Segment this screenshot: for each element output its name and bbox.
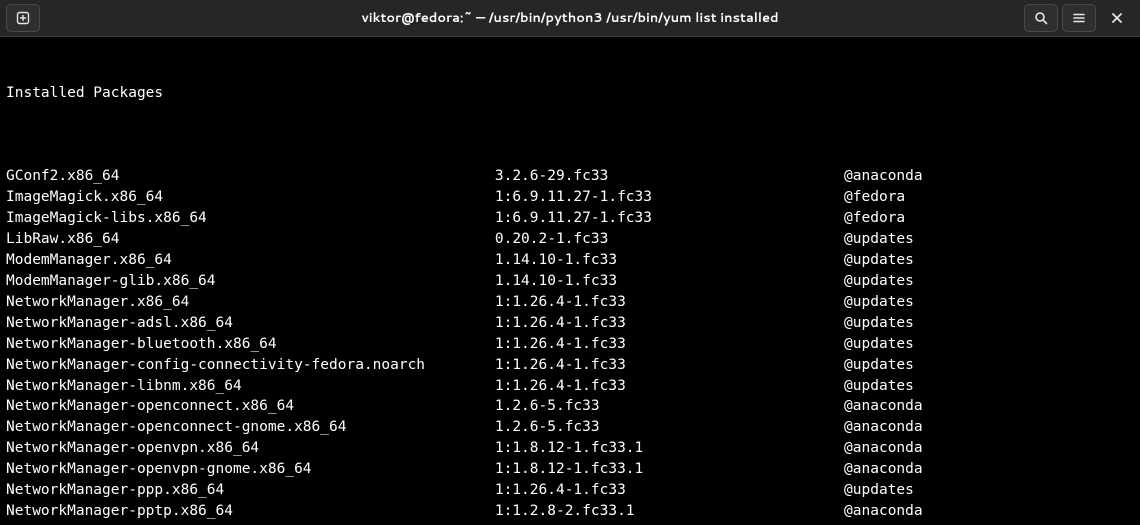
package-repo: @updates: [844, 376, 914, 397]
window-title: viktor@fedora:~ — /usr/bin/python3 /usr/…: [361, 9, 778, 27]
package-repo: @anaconda: [844, 417, 923, 438]
package-version: 1:1.26.4-1.fc33: [495, 292, 844, 313]
package-version: 1:1.8.12-1.fc33.1: [495, 459, 844, 480]
package-name: ImageMagick-libs.x86_64: [6, 208, 495, 229]
new-tab-button[interactable]: [6, 4, 40, 32]
close-button[interactable]: [1100, 4, 1134, 32]
package-version: 1.14.10-1.fc33: [495, 271, 844, 292]
package-repo: @updates: [844, 250, 914, 271]
package-row: NetworkManager-config-connectivity-fedor…: [6, 355, 1134, 376]
package-row: NetworkManager-adsl.x86_641:1.26.4-1.fc3…: [6, 313, 1134, 334]
package-row: ImageMagick.x86_641:6.9.11.27-1.fc33@fed…: [6, 187, 1134, 208]
package-name: NetworkManager-pptp.x86_64: [6, 501, 495, 522]
package-version: 1:6.9.11.27-1.fc33: [495, 208, 844, 229]
package-repo: @updates: [844, 334, 914, 355]
package-name: NetworkManager-bluetooth.x86_64: [6, 334, 495, 355]
package-row: NetworkManager-libnm.x86_641:1.26.4-1.fc…: [6, 376, 1134, 397]
package-name: ImageMagick.x86_64: [6, 187, 495, 208]
terminal-viewport[interactable]: Installed Packages GConf2.x86_643.2.6-29…: [0, 37, 1140, 525]
close-icon: [1111, 12, 1123, 24]
package-repo: @anaconda: [844, 501, 923, 522]
package-version: 3.2.6-29.fc33: [495, 166, 844, 187]
package-repo: @anaconda: [844, 396, 923, 417]
package-name: NetworkManager-config-connectivity-fedor…: [6, 355, 495, 376]
package-version: 1:1.26.4-1.fc33: [495, 313, 844, 334]
package-repo: @updates: [844, 355, 914, 376]
package-version: 1:1.2.8-2.fc33.1: [495, 501, 844, 522]
window-titlebar: viktor@fedora:~ — /usr/bin/python3 /usr/…: [0, 0, 1140, 37]
package-repo: @updates: [844, 313, 914, 334]
search-button[interactable]: [1024, 4, 1058, 32]
package-row: NetworkManager-openvpn.x86_641:1.8.12-1.…: [6, 438, 1134, 459]
package-name: NetworkManager-ppp.x86_64: [6, 480, 495, 501]
package-version: 1.2.6-5.fc33: [495, 396, 844, 417]
package-name: NetworkManager-openvpn-gnome.x86_64: [6, 459, 495, 480]
package-repo: @fedora: [844, 187, 905, 208]
package-name: NetworkManager-openvpn.x86_64: [6, 438, 495, 459]
package-name: LibRaw.x86_64: [6, 229, 495, 250]
package-name: NetworkManager-adsl.x86_64: [6, 313, 495, 334]
package-row: NetworkManager-openvpn-gnome.x86_641:1.8…: [6, 459, 1134, 480]
package-row: LibRaw.x86_640.20.2-1.fc33@updates: [6, 229, 1134, 250]
package-name: ModemManager.x86_64: [6, 250, 495, 271]
package-version: 1:1.26.4-1.fc33: [495, 355, 844, 376]
package-version: 0.20.2-1.fc33: [495, 229, 844, 250]
search-icon: [1034, 11, 1048, 25]
package-row: NetworkManager-openconnect.x86_641.2.6-5…: [6, 396, 1134, 417]
package-name: NetworkManager.x86_64: [6, 292, 495, 313]
package-row: ModemManager-glib.x86_641.14.10-1.fc33@u…: [6, 271, 1134, 292]
package-list: GConf2.x86_643.2.6-29.fc33@anacondaImage…: [6, 166, 1134, 525]
package-name: ModemManager-glib.x86_64: [6, 271, 495, 292]
package-row: GConf2.x86_643.2.6-29.fc33@anaconda: [6, 166, 1134, 187]
package-repo: @updates: [844, 480, 914, 501]
package-version: 1:1.26.4-1.fc33: [495, 376, 844, 397]
package-row: NetworkManager-pptp.x86_641:1.2.8-2.fc33…: [6, 501, 1134, 522]
terminal-header-line: Installed Packages: [6, 83, 1134, 104]
package-version: 1.2.6-5.fc33: [495, 417, 844, 438]
package-version: 1.14.10-1.fc33: [495, 250, 844, 271]
package-repo: @updates: [844, 271, 914, 292]
package-version: 1:6.9.11.27-1.fc33: [495, 187, 844, 208]
package-repo: @anaconda: [844, 459, 923, 480]
hamburger-icon: [1072, 11, 1086, 25]
package-name: NetworkManager-openconnect-gnome.x86_64: [6, 417, 495, 438]
package-repo: @updates: [844, 229, 914, 250]
package-name: GConf2.x86_64: [6, 166, 495, 187]
package-name: NetworkManager-libnm.x86_64: [6, 376, 495, 397]
package-row: NetworkManager-bluetooth.x86_641:1.26.4-…: [6, 334, 1134, 355]
package-row: ModemManager.x86_641.14.10-1.fc33@update…: [6, 250, 1134, 271]
package-name: NetworkManager-openconnect.x86_64: [6, 396, 495, 417]
menu-button[interactable]: [1062, 4, 1096, 32]
package-row: NetworkManager.x86_641:1.26.4-1.fc33@upd…: [6, 292, 1134, 313]
package-repo: @updates: [844, 292, 914, 313]
package-version: 1:1.26.4-1.fc33: [495, 334, 844, 355]
package-row: NetworkManager-ppp.x86_641:1.26.4-1.fc33…: [6, 480, 1134, 501]
package-row: NetworkManager-openconnect-gnome.x86_641…: [6, 417, 1134, 438]
package-row: ImageMagick-libs.x86_641:6.9.11.27-1.fc3…: [6, 208, 1134, 229]
package-version: 1:1.26.4-1.fc33: [495, 480, 844, 501]
package-repo: @anaconda: [844, 438, 923, 459]
package-version: 1:1.8.12-1.fc33.1: [495, 438, 844, 459]
package-repo: @fedora: [844, 208, 905, 229]
package-repo: @anaconda: [844, 166, 923, 187]
